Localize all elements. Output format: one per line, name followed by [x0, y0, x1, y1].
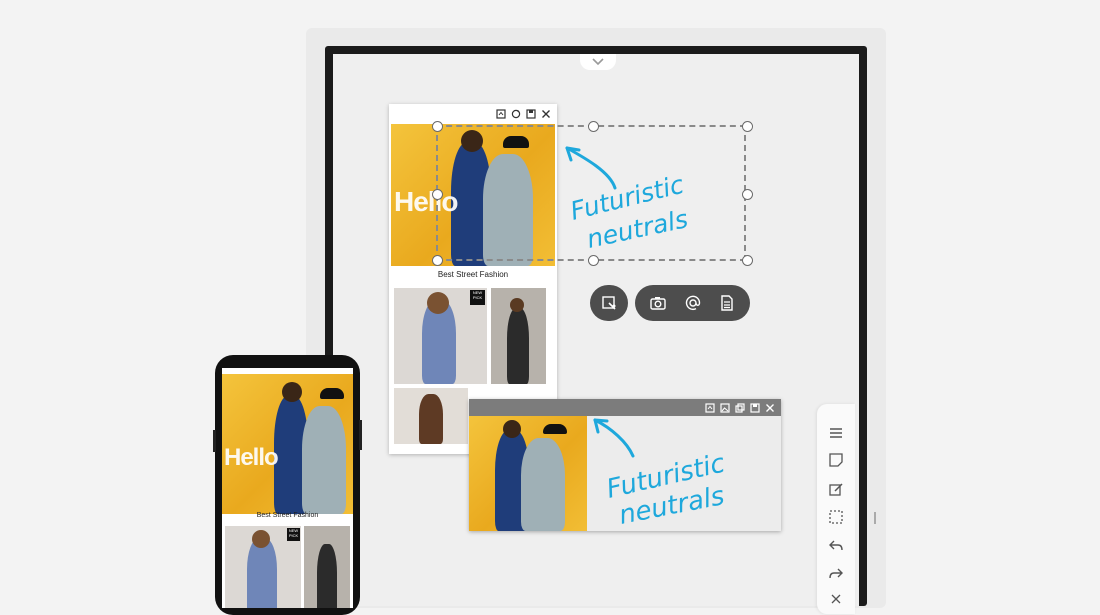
resize-handle[interactable] [588, 255, 599, 266]
resize-handle[interactable] [742, 121, 753, 132]
display-side-button [874, 512, 876, 524]
captured-photo [469, 416, 587, 531]
fashion-photo-1[interactable]: NEW PICK [394, 288, 487, 384]
captured-image-window[interactable]: Futuristic neutrals [469, 399, 781, 531]
close-icon[interactable] [540, 109, 551, 120]
new-pick-badge: NEW PICK [470, 290, 485, 305]
resize-handle[interactable] [742, 255, 753, 266]
doc-caption: Best Street Fashion [437, 270, 509, 279]
select-icon[interactable] [827, 508, 845, 526]
close-icon[interactable] [764, 402, 775, 413]
phone-hero-photo[interactable]: Hello [222, 374, 353, 514]
document-icon[interactable] [716, 292, 738, 314]
sticky-note-icon[interactable] [827, 451, 845, 469]
email-icon[interactable] [682, 292, 704, 314]
phone-screen: Hello Best Street Fashion NEW PICK [222, 368, 353, 608]
camera-icon[interactable] [647, 292, 669, 314]
resize-handle[interactable] [588, 121, 599, 132]
edit-document-icon[interactable] [827, 480, 845, 498]
resize-handle[interactable] [432, 255, 443, 266]
share-pill [635, 285, 750, 321]
menu-icon[interactable] [827, 424, 845, 442]
fashion-photo-2[interactable] [491, 288, 546, 384]
phone-fashion-photo-1[interactable]: NEW PICK [225, 526, 301, 608]
save-icon[interactable] [525, 109, 536, 120]
phone-new-pick-badge: NEW PICK [287, 528, 300, 541]
window-titlebar [389, 104, 557, 124]
chevron-down-icon [592, 53, 604, 71]
refresh-icon[interactable] [510, 109, 521, 120]
save-icon[interactable] [749, 402, 760, 413]
side-toolbar [817, 404, 855, 614]
captured-handwriting: Futuristic neutrals [593, 418, 728, 531]
window-titlebar [469, 399, 781, 416]
phone-caption: Best Street Fashion [256, 512, 319, 519]
fashion-photo-3[interactable] [394, 388, 468, 444]
capture-pill [590, 285, 628, 321]
home-icon[interactable] [704, 402, 715, 413]
resize-handle[interactable] [432, 121, 443, 132]
redo-icon[interactable] [827, 564, 845, 582]
image-icon[interactable] [719, 402, 730, 413]
copy-icon[interactable] [734, 402, 745, 413]
phone-fashion-photo-2[interactable] [304, 526, 350, 608]
resize-handle[interactable] [742, 189, 753, 200]
close-icon[interactable] [827, 590, 845, 608]
undo-icon[interactable] [827, 536, 845, 554]
crop-capture-icon[interactable] [598, 292, 620, 314]
selection-area[interactable] [432, 121, 753, 266]
phone-hello-text: Hello [224, 444, 279, 471]
home-icon[interactable] [495, 109, 506, 120]
resize-handle[interactable] [432, 189, 443, 200]
collapse-tab[interactable] [580, 54, 616, 70]
phone-side-button [213, 430, 216, 452]
phone-side-button [359, 420, 362, 450]
